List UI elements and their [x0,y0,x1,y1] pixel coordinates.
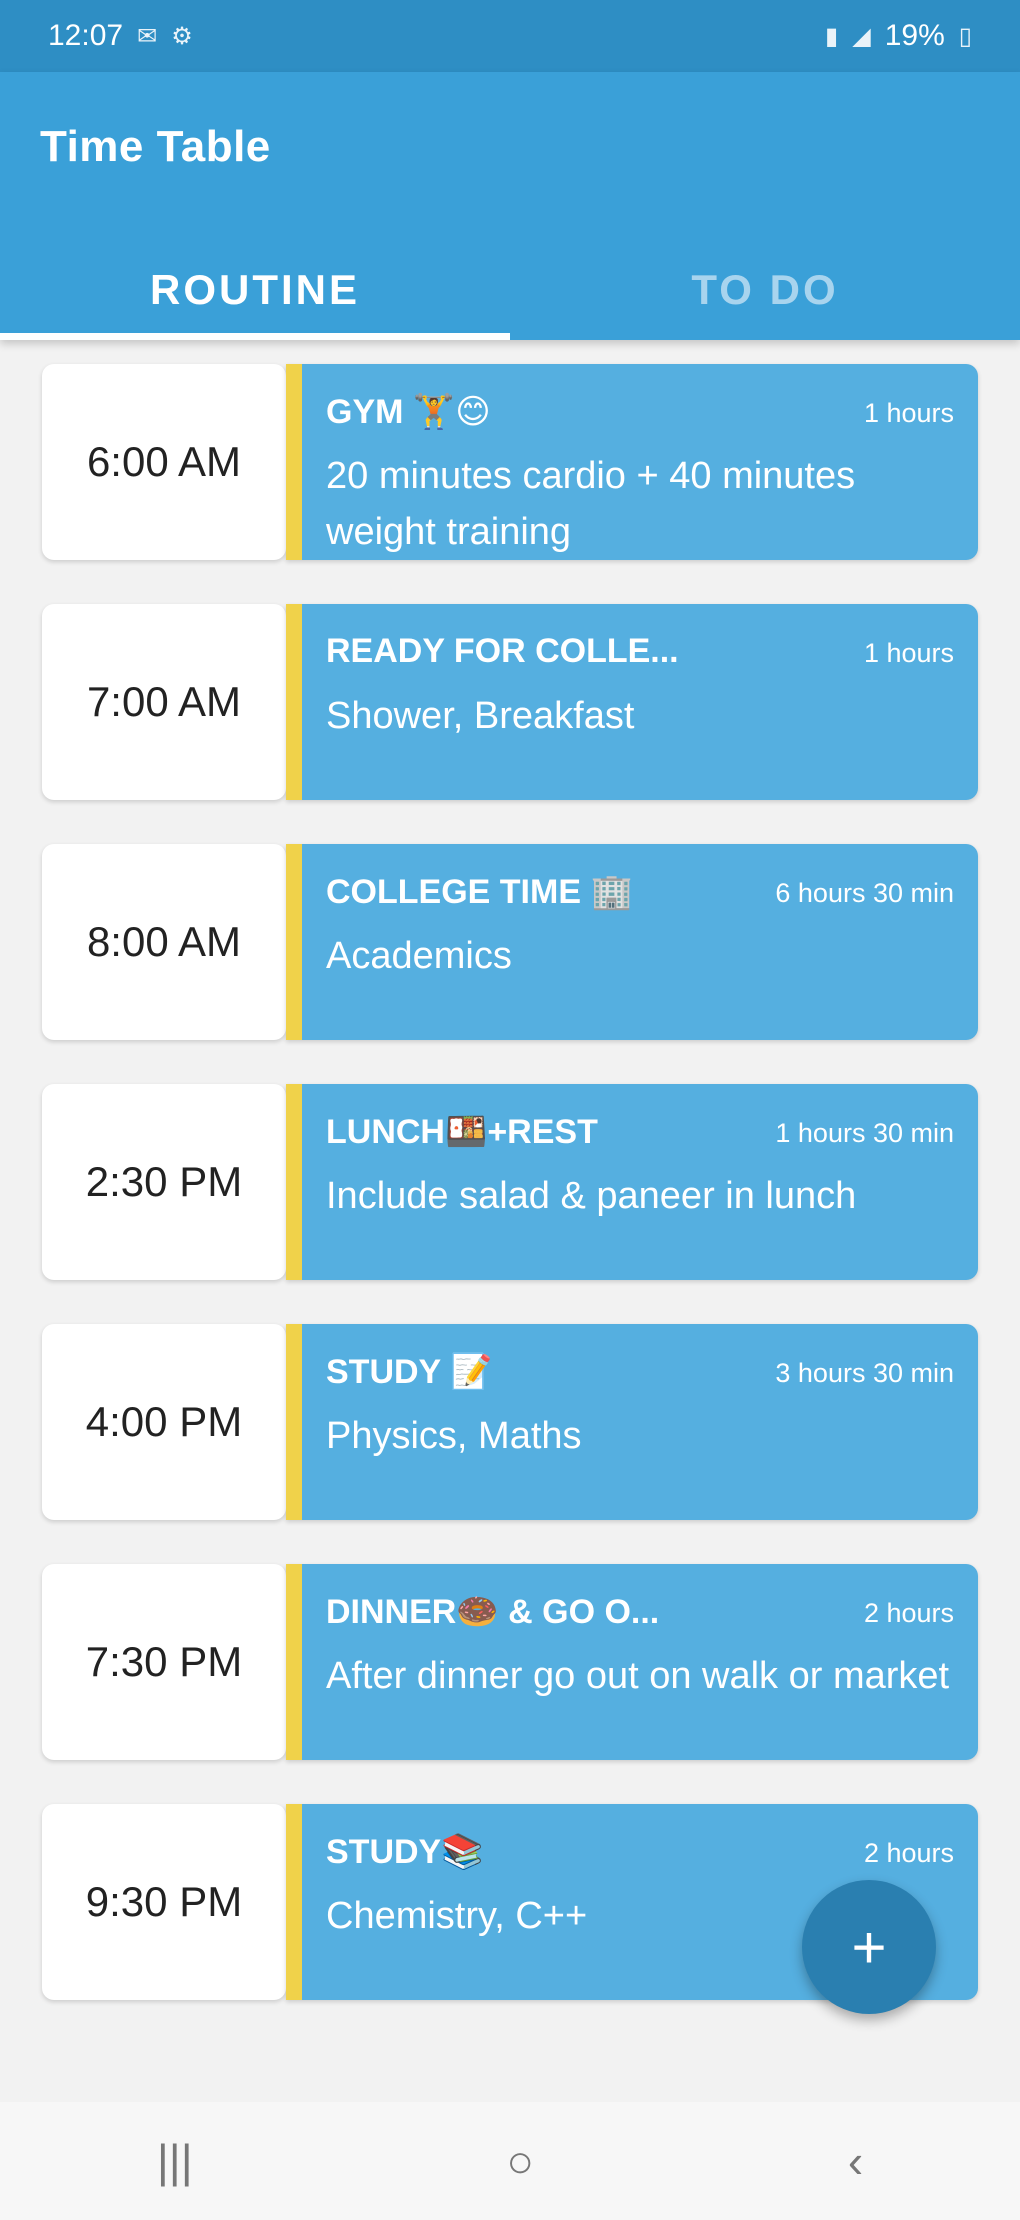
status-bar: 12:07 ✉ ⚙ ▮ ◢ 19% ▯ [0,0,1020,72]
routine-event-card[interactable]: STUDY 📝 3 hours 30 min Physics, Maths [286,1324,978,1520]
system-nav-bar: ||| ○ ‹ [0,2102,1020,2220]
routine-description: Shower, Breakfast [326,695,635,737]
routine-title: DINNER🍩 & GO O... [326,1593,660,1631]
routine-title: STUDY 📝 [326,1353,493,1391]
plus-icon: + [851,1913,887,1981]
routine-description: Physics, Maths [326,1415,582,1457]
routine-title: READY FOR COLLE... [326,632,679,670]
routine-item[interactable]: 8:00 AM COLLEGE TIME 🏢 6 hours 30 min Ac… [42,844,978,1040]
routine-description: Include salad & paneer in lunch [326,1175,857,1217]
routine-time: 7:00 AM [42,604,286,800]
add-routine-button[interactable]: + [802,1880,936,2014]
routine-duration: 1 hours [863,398,954,428]
battery-level: 19% [884,19,945,52]
battery-icon: ▯ [958,22,972,50]
routine-item[interactable]: 6:00 AM GYM 🏋😊 1 hours 20 minutes cardio… [42,364,978,560]
routine-event-card[interactable]: GYM 🏋😊 1 hours 20 minutes cardio + 40 mi… [286,364,978,560]
routine-time: 6:00 AM [42,364,286,560]
routine-duration: 3 hours 30 min [775,1358,954,1388]
tab-routine[interactable]: ROUTINE [0,240,510,340]
routine-time: 9:30 PM [42,1804,286,2000]
routine-event-card[interactable]: READY FOR COLLE... 1 hours Shower, Break… [286,604,978,800]
routine-title: GYM 🏋😊 [326,393,491,431]
routine-duration: 1 hours [863,638,954,668]
routine-duration: 2 hours [863,1598,954,1628]
app-bar: Time Table ROUTINE TO DO [0,72,1020,340]
page-title: Time Table [40,122,271,171]
routine-item[interactable]: 4:00 PM STUDY 📝 3 hours 30 min Physics, … [42,1324,978,1520]
routine-event-card[interactable]: COLLEGE TIME 🏢 6 hours 30 min Academics [286,844,978,1040]
routine-duration: 2 hours [863,1838,954,1868]
routine-description: Academics [326,935,512,977]
recent-apps-icon[interactable]: ||| [157,2134,193,2188]
routine-event-card[interactable]: LUNCH🍱+REST 1 hours 30 min Include salad… [286,1084,978,1280]
routine-time: 2:30 PM [42,1084,286,1280]
routine-title: STUDY📚 [326,1833,484,1871]
notification-icon: ✉ [137,22,158,50]
settings-icon: ⚙ [171,22,193,50]
routine-description: 20 minutes cardio + 40 minutes weight tr… [326,455,856,553]
routine-item[interactable]: 7:00 AM READY FOR COLLE... 1 hours Showe… [42,604,978,800]
tab-todo[interactable]: TO DO [510,240,1020,340]
routine-item[interactable]: 7:30 PM DINNER🍩 & GO O... 2 hours After … [42,1564,978,1760]
routine-title: LUNCH🍱+REST [326,1113,598,1151]
routine-duration: 1 hours 30 min [775,1118,954,1148]
routine-item[interactable]: 2:30 PM LUNCH🍱+REST 1 hours 30 min Inclu… [42,1084,978,1280]
tab-bar: ROUTINE TO DO [0,240,1020,340]
wifi-icon: ◢ [852,22,871,50]
home-icon[interactable]: ○ [506,2134,534,2188]
routine-title: COLLEGE TIME 🏢 [326,873,633,911]
routine-time: 7:30 PM [42,1564,286,1760]
status-time: 12:07 [48,19,124,52]
tab-indicator [0,333,510,340]
back-icon[interactable]: ‹ [848,2134,863,2188]
routine-description: After dinner go out on walk or market [326,1655,950,1697]
routine-event-card[interactable]: DINNER🍩 & GO O... 2 hours After dinner g… [286,1564,978,1760]
routine-time: 8:00 AM [42,844,286,1040]
routine-duration: 6 hours 30 min [775,878,954,908]
routine-time: 4:00 PM [42,1324,286,1520]
signal-icon: ▮ [825,22,839,50]
